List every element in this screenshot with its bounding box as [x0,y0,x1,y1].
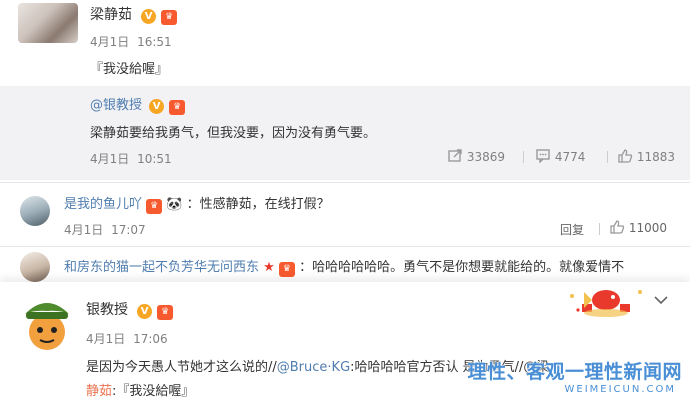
comment-like-button[interactable]: 11000 [610,220,667,235]
chevron-down-icon[interactable] [654,290,668,309]
divider [523,151,524,163]
verified-icon: V [141,9,157,24]
repost-text: 梁静茹要给我勇气，但我没要，因为没有勇气要。 [90,126,377,141]
verified-icon: V [149,99,165,114]
vip-icon: ♛ [161,10,178,25]
repost-date: 4月1日 [90,152,130,166]
mention-link[interactable]: @Bruce·KG [277,360,350,375]
vip-icon: ♛ [278,262,295,277]
like-count: 11883 [636,150,676,164]
vip-icon: ♛ [169,100,186,115]
vip-icon: ♛ [146,199,163,214]
repost-time: 10:51 [137,152,172,166]
comment-count: 4774 [554,150,586,164]
card-time: 17:06 [133,332,168,346]
verified-icon: V [137,304,153,319]
lucky-fish-decoration [558,282,654,320]
reply-button[interactable]: 回复 [560,221,584,238]
card-text-prefix: 是因为今天愚人节她才这么说的// [86,360,277,375]
card-author-name[interactable]: 银教授 [86,302,128,318]
share-count: 33869 [466,150,506,164]
divider [0,182,690,183]
post-date: 4月1日 [90,35,130,49]
comment-date: 4月1日 [64,223,104,237]
comment-icon [536,149,555,164]
thumbs-up-icon [610,220,629,235]
watermark-url: WEIMEICUN.COM [564,384,676,395]
quote-text: :『我没給喔』 [112,384,195,399]
cartoon-avatar[interactable] [20,292,74,352]
commenter-name[interactable]: 和房东的猫一起不负芳华无问西东 [64,260,259,275]
card-date: 4月1日 [86,332,126,346]
comment-like-count: 11000 [628,221,668,235]
vip-icon: ♛ [157,305,174,320]
commenter-avatar[interactable] [20,252,50,282]
quote-author-link[interactable]: 静茹 [86,384,112,399]
star-icon: ★ [263,260,275,275]
post-content: 『我没給喔』 [90,62,169,77]
comment-time: 17:07 [111,223,146,237]
comment-button[interactable]: 4774 [536,149,585,164]
thumbs-up-icon [618,149,637,164]
share-button[interactable]: 33869 [448,149,505,164]
comment-text: ：性感静茹，在线打假？ [186,197,330,212]
panda-emoji-icon: 🐼 [166,197,183,212]
post-author-name[interactable]: 梁静茹 [90,7,132,23]
commenter-avatar[interactable] [20,196,50,226]
like-button[interactable]: 11883 [618,149,675,164]
divider [599,223,600,235]
comment-text: ：哈哈哈哈哈哈。勇气不是你想要就能给的。就像爱情不 [299,260,625,275]
repost-author-link[interactable]: @银教授 [90,98,142,113]
share-icon [448,149,467,164]
author-avatar[interactable] [18,3,78,43]
commenter-name[interactable]: 是我的鱼儿吖 [64,197,142,212]
watermark-title: 理性、客观一理性新闻网 [467,361,682,383]
divider [0,246,690,247]
divider [607,151,608,163]
post-time: 16:51 [137,35,172,49]
